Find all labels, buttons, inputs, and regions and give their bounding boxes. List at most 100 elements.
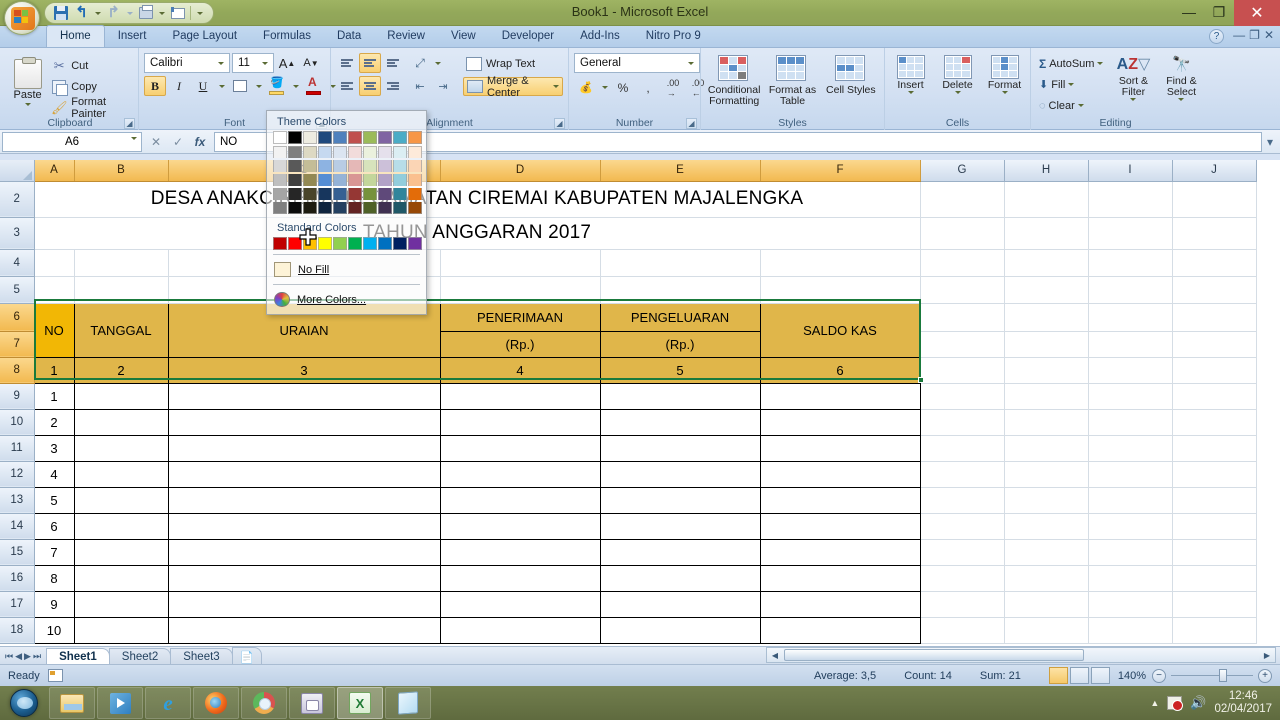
- color-swatch[interactable]: [318, 237, 332, 250]
- underline-button[interactable]: U: [192, 76, 214, 96]
- cell-c15[interactable]: [167, 538, 441, 566]
- color-swatch[interactable]: [348, 131, 362, 144]
- color-swatch[interactable]: [318, 202, 332, 214]
- cell-i9[interactable]: [1088, 383, 1173, 410]
- row-header-7[interactable]: 7: [0, 331, 35, 358]
- font-size-combo[interactable]: 11: [232, 53, 274, 73]
- format-as-table-button[interactable]: Format as Table: [764, 55, 820, 107]
- cell-j4[interactable]: [1172, 249, 1257, 277]
- align-bottom-button[interactable]: [382, 53, 404, 73]
- cell-a9[interactable]: 1: [33, 382, 75, 410]
- cell-j8[interactable]: [1172, 357, 1257, 384]
- cell-j9[interactable]: [1172, 383, 1257, 410]
- color-swatch[interactable]: [348, 146, 362, 158]
- cell-e16[interactable]: [599, 564, 761, 592]
- number-format-combo[interactable]: General: [574, 53, 700, 73]
- tab-insert[interactable]: Insert: [105, 26, 160, 47]
- next-sheet-icon[interactable]: ▶: [24, 651, 31, 662]
- cell-colnum-1[interactable]: 1: [33, 356, 75, 384]
- cell-d10[interactable]: [439, 408, 601, 436]
- cell-d9[interactable]: [439, 382, 601, 410]
- theme-colors-row-1[interactable]: [271, 131, 422, 144]
- color-swatch[interactable]: [408, 188, 422, 200]
- confirm-edit-icon[interactable]: ✓: [167, 132, 189, 152]
- zoom-track[interactable]: [1171, 669, 1253, 682]
- increase-indent-button[interactable]: ⇥: [432, 76, 454, 96]
- color-swatch[interactable]: [363, 237, 377, 250]
- color-swatch[interactable]: [318, 146, 332, 158]
- color-swatch[interactable]: [363, 146, 377, 158]
- row-header-10[interactable]: 10: [0, 409, 35, 436]
- cell-c10[interactable]: [167, 408, 441, 436]
- row-header-3[interactable]: 3: [0, 217, 35, 250]
- cell-c12[interactable]: [167, 460, 441, 488]
- color-swatch[interactable]: [393, 237, 407, 250]
- cell-h16[interactable]: [1004, 565, 1089, 592]
- accounting-format-button[interactable]: 💰: [574, 77, 598, 98]
- cell-a14[interactable]: 6: [33, 512, 75, 540]
- cell-f17[interactable]: [759, 590, 921, 618]
- color-swatch[interactable]: [288, 131, 302, 144]
- cell-f10[interactable]: [759, 408, 921, 436]
- cell-j6[interactable]: [1172, 303, 1257, 332]
- cell-f11[interactable]: [759, 434, 921, 462]
- prev-sheet-icon[interactable]: ◀: [15, 651, 22, 662]
- wrap-text-button[interactable]: Wrap Text: [463, 54, 563, 73]
- cell-a12[interactable]: 4: [33, 460, 75, 488]
- theme-colors-row-6[interactable]: [271, 202, 422, 214]
- color-swatch[interactable]: [363, 202, 377, 214]
- cell-h14[interactable]: [1004, 513, 1089, 540]
- cell-g18[interactable]: [920, 617, 1005, 644]
- color-swatch[interactable]: [378, 237, 392, 250]
- cell-b11[interactable]: [73, 434, 169, 462]
- cell-g5[interactable]: [920, 276, 1005, 304]
- color-swatch[interactable]: [333, 174, 347, 186]
- column-header-h[interactable]: H: [1004, 160, 1089, 182]
- accounting-dropdown-icon[interactable]: [599, 78, 610, 98]
- zoom-out-button[interactable]: −: [1152, 668, 1166, 683]
- tab-home[interactable]: Home: [46, 25, 105, 47]
- cell-j15[interactable]: [1172, 539, 1257, 566]
- cell-d5[interactable]: [440, 276, 601, 304]
- cell-i17[interactable]: [1088, 591, 1173, 618]
- align-right-button[interactable]: [382, 76, 404, 96]
- cell-header-penerimaan-unit[interactable]: (Rp.): [439, 330, 601, 358]
- doc-restore-icon[interactable]: ❐: [1249, 28, 1260, 42]
- cell-a18[interactable]: 10: [33, 616, 75, 644]
- tab-data[interactable]: Data: [324, 26, 374, 47]
- cell-d14[interactable]: [439, 512, 601, 540]
- color-swatch[interactable]: [378, 146, 392, 158]
- color-swatch[interactable]: [333, 160, 347, 172]
- color-swatch[interactable]: [303, 146, 317, 158]
- cell-e15[interactable]: [599, 538, 761, 566]
- color-swatch[interactable]: [393, 188, 407, 200]
- first-sheet-icon[interactable]: ⏮: [5, 651, 13, 662]
- color-swatch[interactable]: [273, 237, 287, 250]
- cell-b18[interactable]: [73, 616, 169, 644]
- cell-j10[interactable]: [1172, 409, 1257, 436]
- taskbar-notepad[interactable]: [385, 687, 431, 719]
- cell-header-pengeluaran-unit[interactable]: (Rp.): [599, 330, 761, 358]
- cell-d11[interactable]: [439, 434, 601, 462]
- cell-g9[interactable]: [920, 383, 1005, 410]
- italic-button[interactable]: I: [168, 76, 190, 96]
- theme-colors-row-3[interactable]: [271, 160, 422, 172]
- cell-e9[interactable]: [599, 382, 761, 410]
- font-name-combo[interactable]: Calibri: [144, 53, 230, 73]
- color-swatch[interactable]: [393, 202, 407, 214]
- align-middle-button[interactable]: [359, 53, 381, 73]
- color-swatch[interactable]: [408, 146, 422, 158]
- sort-filter-button[interactable]: AZ▽ Sort & Filter: [1110, 54, 1156, 101]
- close-button[interactable]: ✕: [1234, 0, 1280, 26]
- cell-g14[interactable]: [920, 513, 1005, 540]
- select-all-corner[interactable]: [0, 160, 35, 182]
- color-swatch[interactable]: [408, 202, 422, 214]
- bold-button[interactable]: B: [144, 76, 166, 96]
- column-header-j[interactable]: J: [1172, 160, 1257, 182]
- cell-d4[interactable]: [440, 249, 601, 277]
- cell-g2[interactable]: [920, 181, 1005, 218]
- color-swatch[interactable]: [318, 131, 332, 144]
- borders-dropdown-icon[interactable]: [253, 76, 264, 96]
- column-header-b[interactable]: B: [74, 160, 169, 182]
- column-header-e[interactable]: E: [600, 160, 761, 182]
